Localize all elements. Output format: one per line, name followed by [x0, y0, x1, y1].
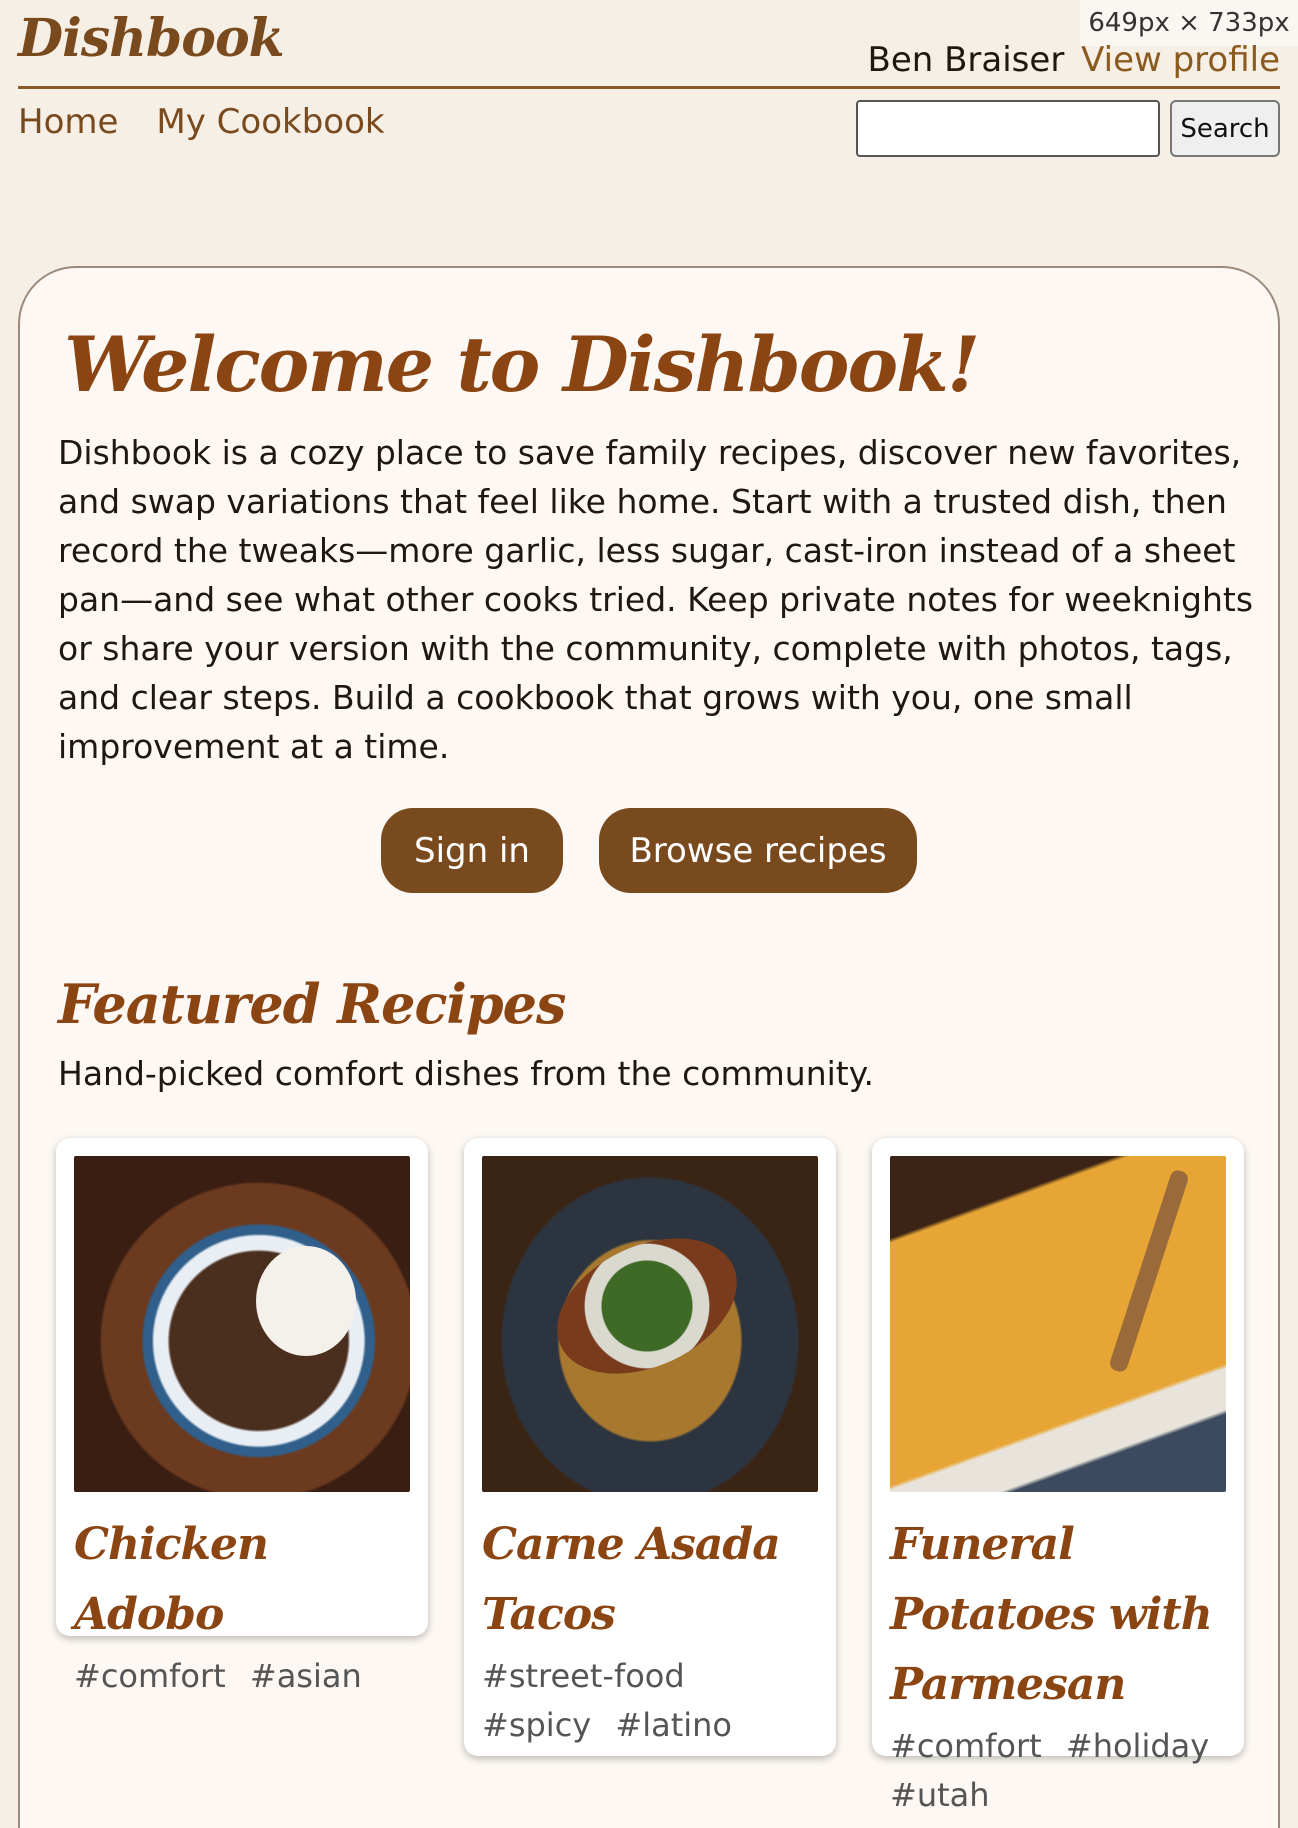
featured-title: Featured Recipes	[58, 972, 566, 1036]
tag[interactable]: #comfort	[74, 1657, 226, 1695]
nav-home[interactable]: Home	[18, 102, 118, 142]
recipe-tags: #comfort #holiday #utah	[890, 1722, 1226, 1820]
tag[interactable]: #spicy	[482, 1706, 591, 1744]
welcome-card: Welcome to Dishbook! Dishbook is a cozy …	[18, 266, 1280, 1828]
brand-logo[interactable]: Dishbook	[18, 8, 285, 69]
browse-recipes-button[interactable]: Browse recipes	[599, 808, 917, 893]
intro-text: Dishbook is a cozy place to save family …	[58, 433, 1254, 766]
cta-group: Sign in Browse recipes	[20, 808, 1278, 893]
recipe-tags: #comfort #asian	[74, 1652, 410, 1701]
tag[interactable]: #utah	[890, 1776, 990, 1814]
header-divider	[18, 86, 1280, 89]
featured-subtitle: Hand-picked comfort dishes from the comm…	[58, 1054, 875, 1093]
sign-in-button[interactable]: Sign in	[381, 808, 563, 893]
tag[interactable]: #holiday	[1066, 1727, 1209, 1765]
carne-asada-tacos-photo[interactable]	[482, 1156, 818, 1492]
recipe-title[interactable]: Chicken Adobo	[74, 1510, 410, 1650]
main-nav: Home My Cookbook	[18, 102, 385, 142]
tag[interactable]: #latino	[615, 1706, 732, 1744]
view-profile-link[interactable]: View profile	[1081, 40, 1280, 80]
search-input[interactable]	[856, 100, 1160, 157]
search-button[interactable]: Search	[1170, 100, 1280, 157]
page-title: Welcome to Dishbook!	[64, 320, 980, 409]
recipe-tags: #street-food #spicy #latino	[482, 1652, 818, 1750]
recipe-card-chicken-adobo[interactable]: Chicken Adobo #comfort #asian	[56, 1138, 428, 1695]
tag[interactable]: #street-food	[482, 1657, 685, 1695]
recipe-title[interactable]: Funeral Potatoes with Parmesan	[890, 1510, 1226, 1720]
funeral-potatoes-photo[interactable]	[890, 1156, 1226, 1492]
recipe-card-carne-asada-tacos[interactable]: Carne Asada Tacos #street-food #spicy #l…	[464, 1138, 836, 1756]
nav-my-cookbook[interactable]: My Cookbook	[156, 102, 384, 142]
recipe-card-funeral-potatoes[interactable]: Funeral Potatoes with Parmesan #comfort …	[872, 1138, 1244, 1814]
tag[interactable]: #comfort	[890, 1727, 1042, 1765]
user-name: Ben Braiser	[867, 40, 1065, 80]
user-info: Ben Braiser View profile	[868, 40, 1281, 80]
tag[interactable]: #asian	[250, 1657, 362, 1695]
recipe-title[interactable]: Carne Asada Tacos	[482, 1510, 818, 1650]
chicken-adobo-photo[interactable]	[74, 1156, 410, 1492]
